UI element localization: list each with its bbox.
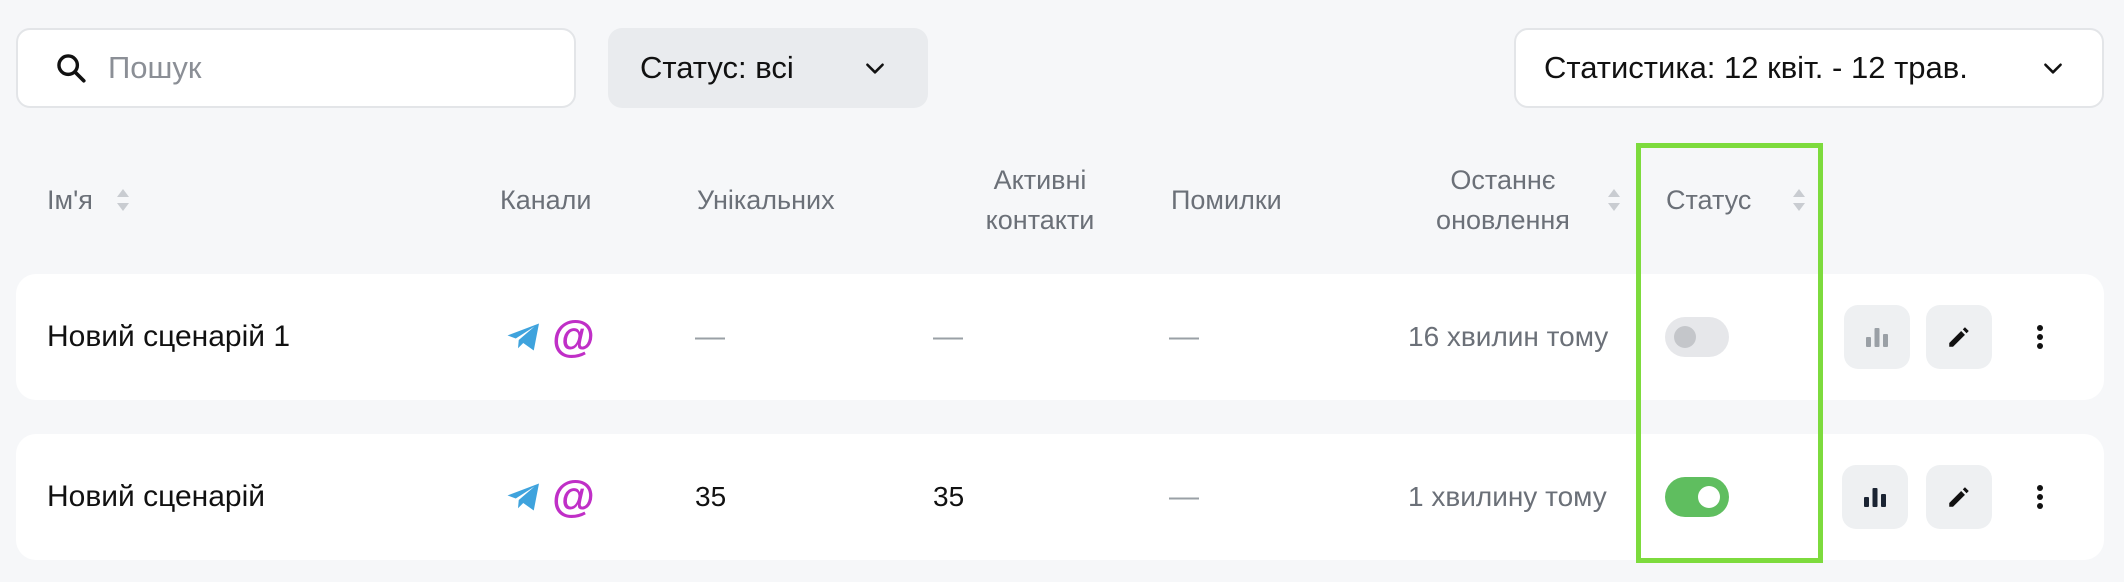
edit-button[interactable] — [1926, 305, 1992, 369]
column-header-updated-line2: оновлення — [1436, 205, 1570, 235]
search-input[interactable] — [108, 50, 548, 86]
column-header-errors: Помилки — [1171, 180, 1282, 220]
email-at-icon: @ — [552, 312, 595, 361]
chevron-down-icon — [2044, 63, 2062, 74]
errors-count: — — [1169, 480, 1199, 513]
column-header-unique-label: Унікальних — [697, 185, 835, 215]
unique-count: — — [695, 320, 725, 353]
status-filter-label: Статус: всі — [640, 50, 794, 85]
last-updated: 16 хвилин тому — [1408, 321, 1609, 352]
sort-icon — [1608, 189, 1620, 211]
stats-button[interactable] — [1844, 305, 1910, 369]
column-header-errors-label: Помилки — [1171, 185, 1282, 215]
search-icon — [57, 54, 86, 83]
active-contacts-count: — — [933, 320, 963, 353]
scenario-name[interactable]: Новий сценарій — [47, 477, 265, 517]
pencil-icon — [1949, 487, 1969, 507]
sort-icon — [1793, 189, 1806, 211]
column-header-name[interactable]: Ім'я — [47, 180, 131, 220]
toggle-knob — [1698, 486, 1720, 508]
stats-button[interactable] — [1842, 465, 1908, 529]
email-at-icon: @ — [552, 472, 595, 521]
column-header-active: Активні контакти — [955, 160, 1125, 240]
bar-chart-icon — [1866, 328, 1888, 347]
column-header-active-line1: Активні — [993, 165, 1087, 195]
column-header-active-line2: контакти — [985, 205, 1095, 235]
toggle-knob — [1674, 326, 1696, 348]
column-header-updated[interactable]: Останнє оновлення — [1418, 160, 1622, 240]
more-options-icon[interactable] — [2025, 472, 2055, 522]
more-options-icon[interactable] — [2025, 312, 2055, 362]
column-header-channels: Канали — [500, 180, 592, 220]
telegram-icon — [507, 323, 539, 351]
scenarios-page: Статус: всі Статистика: 12 квіт. - 12 тр… — [0, 0, 2124, 582]
chevron-down-icon — [866, 63, 884, 74]
status-toggle[interactable] — [1665, 317, 1729, 357]
last-updated: 1 хвилину тому — [1408, 481, 1607, 512]
column-header-unique: Унікальних — [697, 180, 835, 220]
bar-chart-icon — [1864, 488, 1886, 507]
column-header-status[interactable]: Статус — [1666, 180, 1807, 220]
telegram-icon — [507, 483, 539, 511]
table-row[interactable]: Новий сценарій 1 @ — — — 16 хвилин тому — [16, 274, 2104, 400]
column-header-status-label: Статус — [1666, 185, 1752, 215]
status-toggle[interactable] — [1665, 477, 1729, 517]
status-filter-dropdown[interactable]: Статус: всі — [608, 28, 928, 108]
search-box[interactable] — [16, 28, 576, 108]
column-header-updated-line1: Останнє — [1450, 165, 1556, 195]
column-header-updated-text: Останнє оновлення — [1418, 160, 1588, 240]
table-row[interactable]: Новий сценарій @ 35 35 — 1 хвилину тому — [16, 434, 2104, 560]
scenario-name[interactable]: Новий сценарій 1 — [47, 317, 290, 357]
channels-cell: @ — [506, 475, 595, 519]
edit-button[interactable] — [1926, 465, 1992, 529]
stats-period-label: Статистика: 12 квіт. - 12 трав. — [1544, 50, 1968, 85]
column-header-name-label: Ім'я — [47, 185, 93, 215]
column-header-channels-label: Канали — [500, 185, 592, 215]
sort-icon — [116, 189, 129, 211]
active-contacts-count: 35 — [933, 481, 965, 512]
pencil-icon — [1949, 327, 1969, 347]
unique-count: 35 — [695, 481, 727, 512]
errors-count: — — [1169, 320, 1199, 353]
channels-cell: @ — [506, 315, 595, 359]
stats-period-dropdown[interactable]: Статистика: 12 квіт. - 12 трав. — [1514, 28, 2104, 108]
